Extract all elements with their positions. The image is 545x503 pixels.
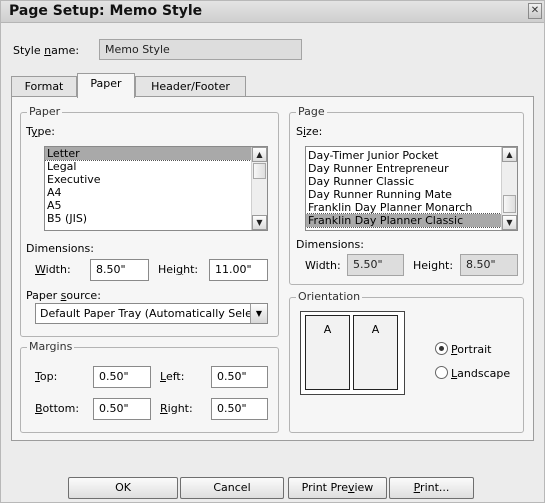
ok-button[interactable]: OK xyxy=(68,477,178,499)
scroll-down-icon[interactable]: ▼ xyxy=(502,215,517,230)
page-size-scrollbar[interactable]: ▲ ▼ xyxy=(501,147,517,230)
landscape-label[interactable]: Landscape xyxy=(451,367,510,380)
scroll-thumb[interactable] xyxy=(503,195,516,213)
orientation-preview: A A xyxy=(300,311,405,395)
page-preview-left: A xyxy=(305,315,350,390)
print-button[interactable]: Print... xyxy=(389,477,474,499)
page-group-legend: Page xyxy=(296,105,327,118)
margin-left-field[interactable]: 0.50" xyxy=(211,366,268,388)
list-item[interactable]: Day Runner Entrepreneur xyxy=(306,162,517,175)
paper-source-dropdown[interactable]: Default Paper Tray (Automatically Sele ▼ xyxy=(35,303,268,324)
paper-group-legend: Paper xyxy=(27,105,63,118)
paper-tab-panel: Paper Type: Letter Legal Executive A4 A5 B5 (… xyxy=(11,96,534,441)
page-height-label: Height: xyxy=(413,259,454,272)
paper-type-items: Letter Legal Executive A4 A5 B5 (JIS) xyxy=(45,147,267,225)
paper-group: Paper Type: Letter Legal Executive A4 A5 B5 (… xyxy=(20,105,279,337)
landscape-radio[interactable] xyxy=(435,366,448,379)
margin-bottom-field[interactable]: 0.50" xyxy=(93,398,151,420)
tab-paper[interactable]: Paper xyxy=(77,73,135,98)
list-item[interactable]: Letter xyxy=(45,147,267,161)
cancel-button[interactable]: Cancel xyxy=(180,477,284,499)
scroll-up-icon[interactable]: ▲ xyxy=(252,147,267,162)
size-label: Size: xyxy=(296,125,323,138)
list-item[interactable]: Executive xyxy=(45,173,267,186)
margin-left-label: Left: xyxy=(160,370,185,383)
margins-group: Margins Top: 0.50" Left: 0.50" Bottom: 0… xyxy=(20,340,279,433)
orientation-group-legend: Orientation xyxy=(296,290,363,303)
page-width-field: 5.50" xyxy=(347,254,404,276)
chevron-down-icon[interactable]: ▼ xyxy=(250,304,267,323)
scroll-up-icon[interactable]: ▲ xyxy=(502,147,517,162)
style-name-label: Style name: xyxy=(13,44,80,57)
title-bar[interactable]: Page Setup: Memo Style ✕ xyxy=(1,1,544,23)
paper-height-field[interactable]: 11.00" xyxy=(209,259,268,281)
list-item[interactable]: A5 xyxy=(45,199,267,212)
paper-width-field[interactable]: 8.50" xyxy=(90,259,149,281)
style-name-field[interactable]: Memo Style xyxy=(99,39,302,60)
orientation-group: Orientation A A Portrait Landscape xyxy=(289,290,524,433)
scroll-down-icon[interactable]: ▼ xyxy=(252,215,267,230)
scroll-thumb[interactable] xyxy=(253,163,266,179)
list-item[interactable]: Day-Timer Junior Pocket xyxy=(306,149,517,162)
paper-source-value: Default Paper Tray (Automatically Sele xyxy=(40,307,252,320)
paper-dimensions-label: Dimensions: xyxy=(26,242,94,255)
list-item[interactable]: Legal xyxy=(45,160,267,173)
margin-right-label: Right: xyxy=(160,402,193,415)
type-label: Type: xyxy=(26,125,55,138)
paper-width-label: Width: xyxy=(35,263,71,276)
portrait-radio[interactable] xyxy=(435,342,448,355)
page-size-items: Day-Timer Junior Pocket Day Runner Entrep… xyxy=(306,147,517,228)
tab-header-footer[interactable]: Header/Footer xyxy=(135,76,246,98)
paper-height-label: Height: xyxy=(158,263,199,276)
tab-format[interactable]: Format xyxy=(11,76,77,98)
page-height-field: 8.50" xyxy=(460,254,518,276)
list-item[interactable]: B5 (JIS) xyxy=(45,212,267,225)
margins-group-legend: Margins xyxy=(27,340,75,353)
list-item[interactable]: Day Runner Classic xyxy=(306,175,517,188)
page-preview-right: A xyxy=(353,315,398,390)
margin-right-field[interactable]: 0.50" xyxy=(211,398,268,420)
list-item[interactable]: A4 xyxy=(45,186,267,199)
paper-type-list[interactable]: Letter Legal Executive A4 A5 B5 (JIS) ▲ ▼ xyxy=(44,146,268,231)
list-item[interactable]: Franklin Day Planner Monarch xyxy=(306,201,517,214)
print-preview-button[interactable]: Print Preview xyxy=(288,477,387,499)
list-item[interactable]: Franklin Day Planner Classic xyxy=(306,213,517,228)
page-size-list[interactable]: Day-Timer Junior Pocket Day Runner Entrep… xyxy=(305,146,518,231)
margin-top-field[interactable]: 0.50" xyxy=(93,366,151,388)
paper-type-scrollbar[interactable]: ▲ ▼ xyxy=(251,147,267,230)
page-dimensions-label: Dimensions: xyxy=(296,238,364,251)
paper-source-label: Paper source: xyxy=(26,289,101,302)
margin-bottom-label: Bottom: xyxy=(35,402,80,415)
margin-top-label: Top: xyxy=(35,370,58,383)
portrait-label[interactable]: Portrait xyxy=(451,343,491,356)
close-icon[interactable]: ✕ xyxy=(528,3,542,19)
page-setup-dialog: Page Setup: Memo Style ✕ Style name: Mem… xyxy=(0,0,545,503)
list-item[interactable]: Day Runner Running Mate xyxy=(306,188,517,201)
window-title: Page Setup: Memo Style xyxy=(9,3,203,19)
page-width-label: Width: xyxy=(305,259,341,272)
page-group: Page Size: Day-Timer Junior Pocket Day Ru… xyxy=(289,105,524,285)
